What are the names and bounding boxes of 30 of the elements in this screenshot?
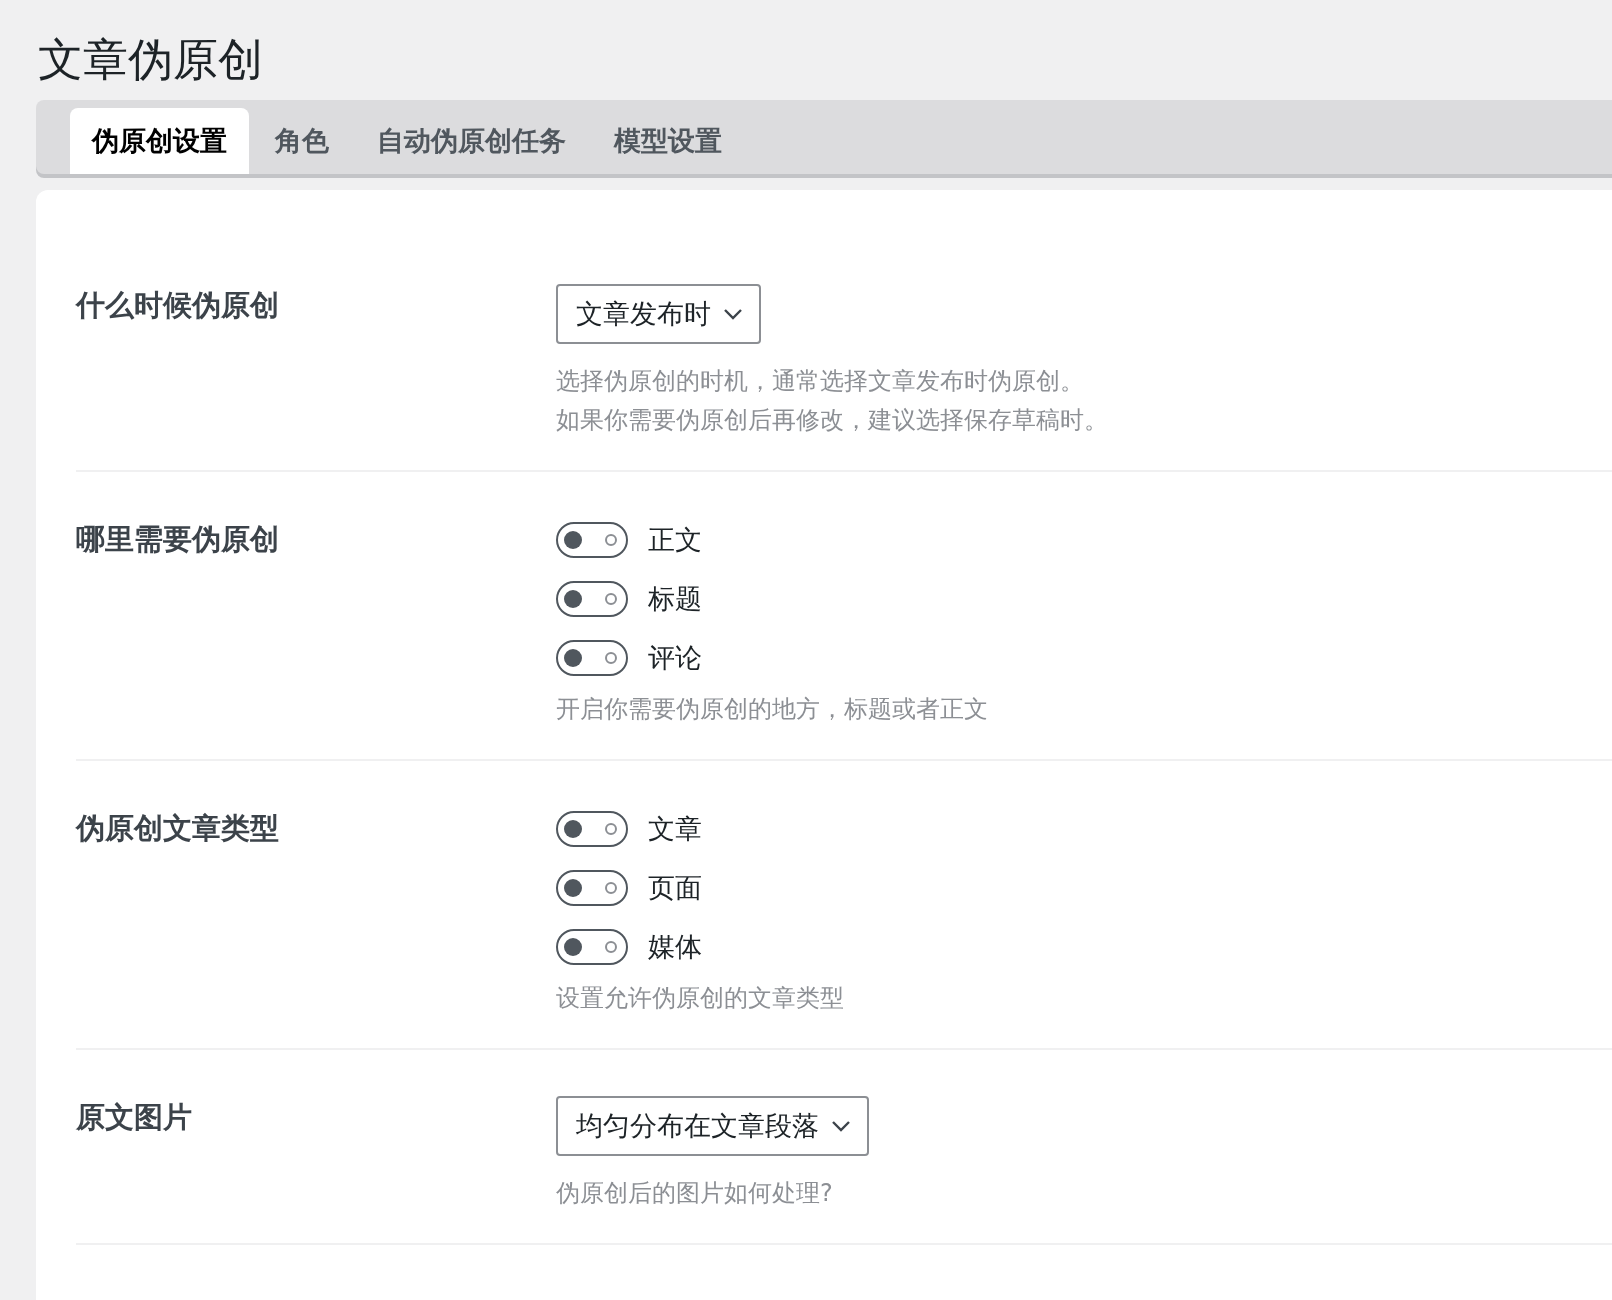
tab[interactable]: 自动伪原创任务 [355, 108, 588, 174]
toggle-switch[interactable] [556, 522, 628, 558]
help-text: 选择伪原创的时机，通常选择文章发布时伪原创。 [556, 366, 1085, 397]
toggle-switch[interactable] [556, 929, 628, 965]
select-dropdown[interactable]: 文章发布时 [556, 284, 761, 344]
page-title: 文章伪原创 [38, 32, 264, 88]
setting-label: 原文图片 [76, 1099, 193, 1136]
chevron-down-icon [723, 308, 743, 320]
toggle-label: 标题 [648, 582, 702, 616]
help-text: 伪原创后的图片如何处理? [556, 1178, 834, 1209]
toggle-switch[interactable] [556, 640, 628, 676]
setting-label: 伪原创文章类型 [76, 810, 280, 847]
setting-label: 哪里需要伪原创 [76, 521, 280, 558]
select-dropdown[interactable]: 均匀分布在文章段落 [556, 1096, 869, 1156]
help-text: 如果你需要伪原创后再修改，建议选择保存草稿时。 [556, 405, 1108, 436]
toggle-label: 文章 [648, 812, 702, 846]
tab[interactable]: 角色 [253, 108, 351, 174]
toggle-label: 媒体 [648, 930, 702, 964]
tab[interactable]: 伪原创设置 [70, 108, 249, 174]
toggle-switch[interactable] [556, 811, 628, 847]
setting-label: 什么时候伪原创 [76, 287, 280, 324]
chevron-down-icon [831, 1120, 851, 1132]
toggle-switch[interactable] [556, 870, 628, 906]
tab[interactable]: 模型设置 [592, 108, 744, 174]
toggle-label: 评论 [648, 641, 702, 675]
help-text: 设置允许伪原创的文章类型 [556, 983, 844, 1014]
toggle-switch[interactable] [556, 581, 628, 617]
help-text: 开启你需要伪原创的地方，标题或者正文 [556, 694, 988, 725]
toggle-label: 正文 [648, 523, 702, 557]
toggle-label: 页面 [648, 871, 702, 905]
